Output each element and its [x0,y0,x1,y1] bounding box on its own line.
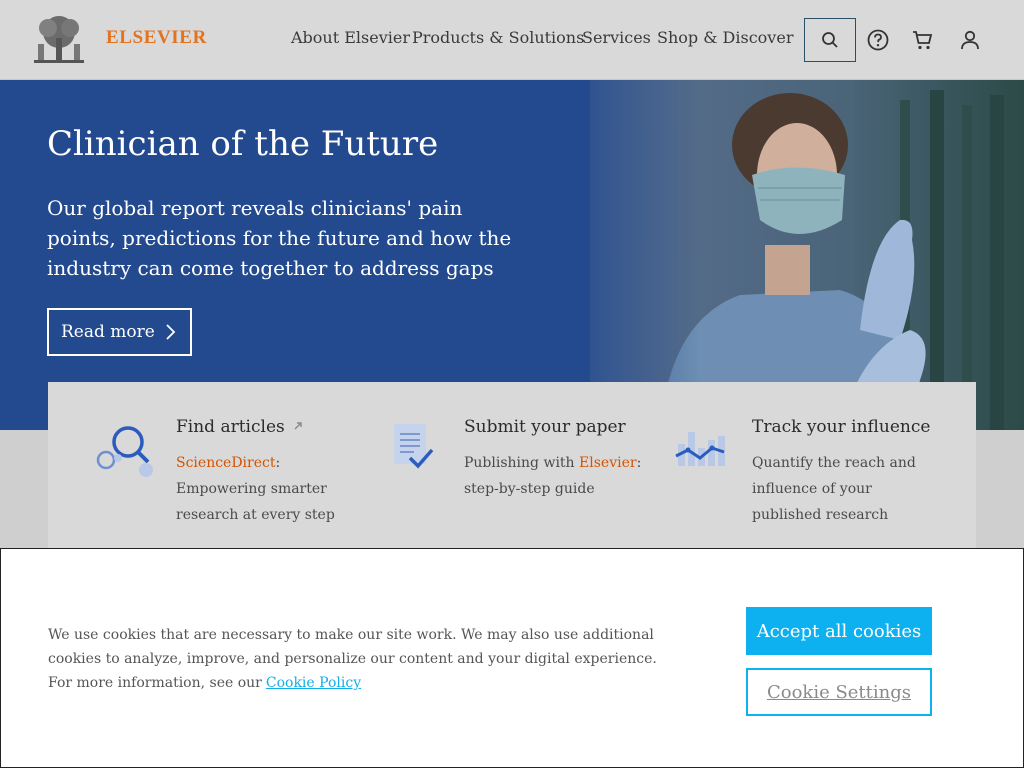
feature-panel: Find articles ScienceDirect: Empowering … [48,382,976,552]
elsevier-suffix: : [636,455,642,471]
document-check-icon [394,424,434,469]
submit-paper-desc-prefix: Publishing with [464,455,575,471]
submit-paper-description: Publishing with Elsevier: step-by-step g… [464,450,644,502]
brand-wordmark[interactable]: ELSEVIER [106,27,207,49]
magnifier-icon [96,426,153,477]
cookie-settings-button[interactable]: Cookie Settings [746,668,932,716]
find-articles-description: ScienceDirect: Empowering smarter resear… [176,450,356,528]
cookie-message: We use cookies that are necessary to mak… [48,623,668,695]
cookie-banner: We use cookies that are necessary to mak… [0,548,1024,768]
cart-icon[interactable] [911,28,935,52]
hero-title: Clinician of the Future [47,124,439,164]
find-articles-link[interactable]: Find articles [176,417,304,437]
sciencedirect-link[interactable]: ScienceDirect [176,455,275,471]
site-header: ELSEVIER About Elsevier Products & Solut… [0,0,1024,80]
help-icon[interactable] [866,28,890,52]
read-more-label: Read more [61,322,155,342]
search-icon [822,32,838,48]
nav-shop-discover[interactable]: Shop & Discover [657,28,793,47]
submit-paper-desc-text: step-by-step guide [464,481,595,497]
search-button[interactable] [804,18,856,62]
accept-all-cookies-button[interactable]: Accept all cookies [746,607,932,655]
chevron-right-icon [166,324,176,340]
chart-icon [675,432,725,466]
track-influence-description: Quantify the reach and influence of your… [752,455,916,523]
submit-paper-link[interactable]: Submit your paper [464,417,626,437]
nav-products-solutions[interactable]: Products & Solutions [412,28,584,47]
nav-services[interactable]: Services [582,28,651,47]
sciencedirect-suffix: : [275,455,281,471]
elsevier-tree-logo-icon[interactable] [30,14,88,66]
hero-banner: Clinician of the Future Our global repor… [0,80,1024,430]
nav-about-elsevier[interactable]: About Elsevier [291,28,410,47]
track-influence-link[interactable]: Track your influence [752,417,930,437]
cookie-policy-link[interactable]: Cookie Policy [266,675,361,691]
find-articles-title: Find articles [176,417,285,437]
user-icon[interactable] [958,28,982,52]
find-articles-desc-text: Empowering smarter research at every ste… [176,481,335,523]
hero-description: Our global report reveals clinicians' pa… [47,196,512,280]
read-more-button[interactable]: Read more [47,308,192,356]
hero-gradient-overlay [540,80,700,430]
elsevier-link[interactable]: Elsevier [579,455,637,471]
external-link-icon [294,422,302,430]
